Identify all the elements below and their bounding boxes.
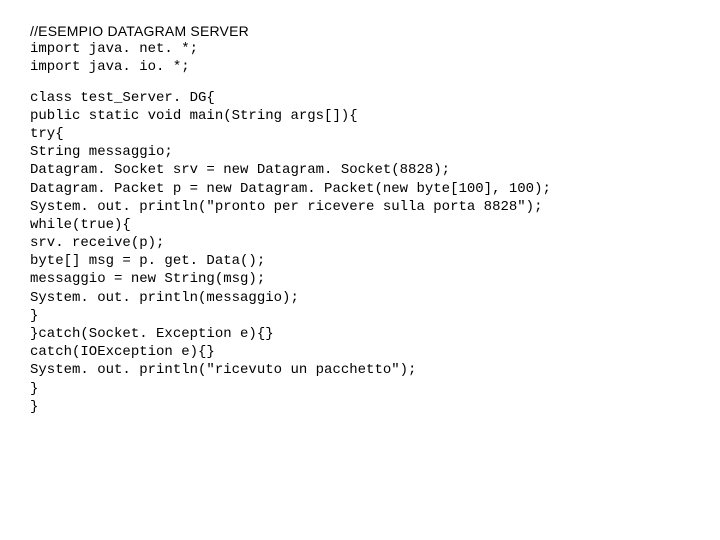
code-line: srv. receive(p);: [30, 234, 690, 252]
code-line: import java. net. *;: [30, 40, 690, 58]
code-line: }: [30, 307, 690, 325]
code-line: }: [30, 380, 690, 398]
code-line: Datagram. Socket srv = new Datagram. Soc…: [30, 161, 690, 179]
code-line: import java. io. *;: [30, 58, 690, 76]
code-line: System. out. println("pronto per ricever…: [30, 198, 690, 216]
code-block: import java. net. *;import java. io. *; …: [30, 40, 690, 416]
code-line: }: [30, 398, 690, 416]
code-line: try{: [30, 125, 690, 143]
code-heading: //ESEMPIO DATAGRAM SERVER: [30, 22, 690, 40]
code-line: catch(IOException e){}: [30, 343, 690, 361]
code-line: byte[] msg = p. get. Data();: [30, 252, 690, 270]
code-line: System. out. println(messaggio);: [30, 289, 690, 307]
code-line: messaggio = new String(msg);: [30, 270, 690, 288]
code-line: System. out. println("ricevuto un pacche…: [30, 361, 690, 379]
code-line: Datagram. Packet p = new Datagram. Packe…: [30, 180, 690, 198]
code-line: class test_Server. DG{: [30, 89, 690, 107]
code-line: while(true){: [30, 216, 690, 234]
code-line: public static void main(String args[]){: [30, 107, 690, 125]
code-line: }catch(Socket. Exception e){}: [30, 325, 690, 343]
code-line: String messaggio;: [30, 143, 690, 161]
code-line: [30, 77, 690, 89]
